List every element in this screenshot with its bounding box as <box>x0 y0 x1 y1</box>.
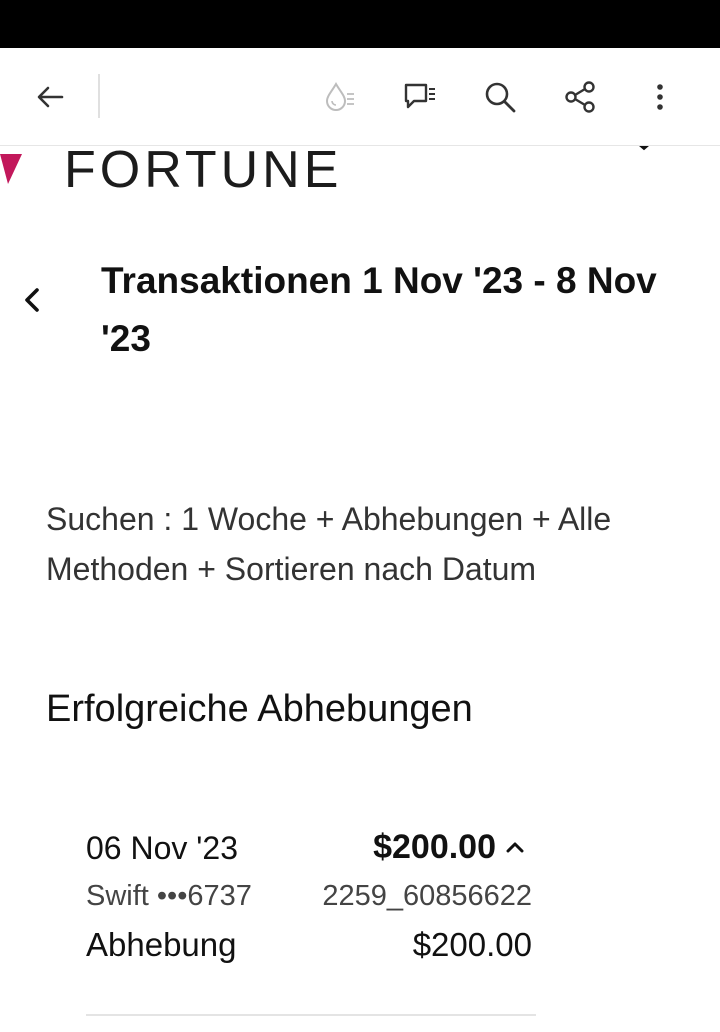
transaction-method: Swift •••6737 <box>86 880 252 912</box>
brand-name: FORTUNE <box>64 146 343 199</box>
search-icon[interactable] <box>478 75 522 119</box>
close-icon[interactable] <box>624 146 664 158</box>
page-title: Transaktionen 1 Nov '23 - 8 Nov '23 <box>101 260 657 359</box>
back-chevron-icon[interactable] <box>18 282 46 318</box>
chevron-up-icon[interactable] <box>502 834 528 860</box>
status-bar <box>0 0 720 48</box>
transaction-divider <box>86 1014 536 1016</box>
transaction-amount: $200.00 <box>373 828 496 866</box>
brand-logo-icon <box>0 154 22 184</box>
comment-list-icon[interactable] <box>398 75 442 119</box>
section-heading: Erfolgreiche Abhebungen <box>46 688 473 730</box>
share-icon[interactable] <box>558 75 602 119</box>
back-arrow-icon[interactable] <box>28 75 72 119</box>
toolbar-divider <box>98 74 100 118</box>
search-filter-summary: Suchen : 1 Woche + Abhebungen + Alle Met… <box>46 501 612 587</box>
brand-header: FORTUNE <box>0 146 720 202</box>
transaction-item[interactable]: 06 Nov '23 $200.00 Swift •••6737 2259_60… <box>86 828 536 1016</box>
transaction-type-amount: $200.00 <box>412 926 532 963</box>
transaction-type: Abhebung <box>86 926 237 963</box>
transaction-reference: 2259_60856622 <box>322 880 532 912</box>
top-toolbar <box>0 48 720 146</box>
more-vert-icon[interactable] <box>638 75 682 119</box>
transaction-date: 06 Nov '23 <box>86 830 238 866</box>
ink-drop-icon[interactable] <box>318 75 362 119</box>
